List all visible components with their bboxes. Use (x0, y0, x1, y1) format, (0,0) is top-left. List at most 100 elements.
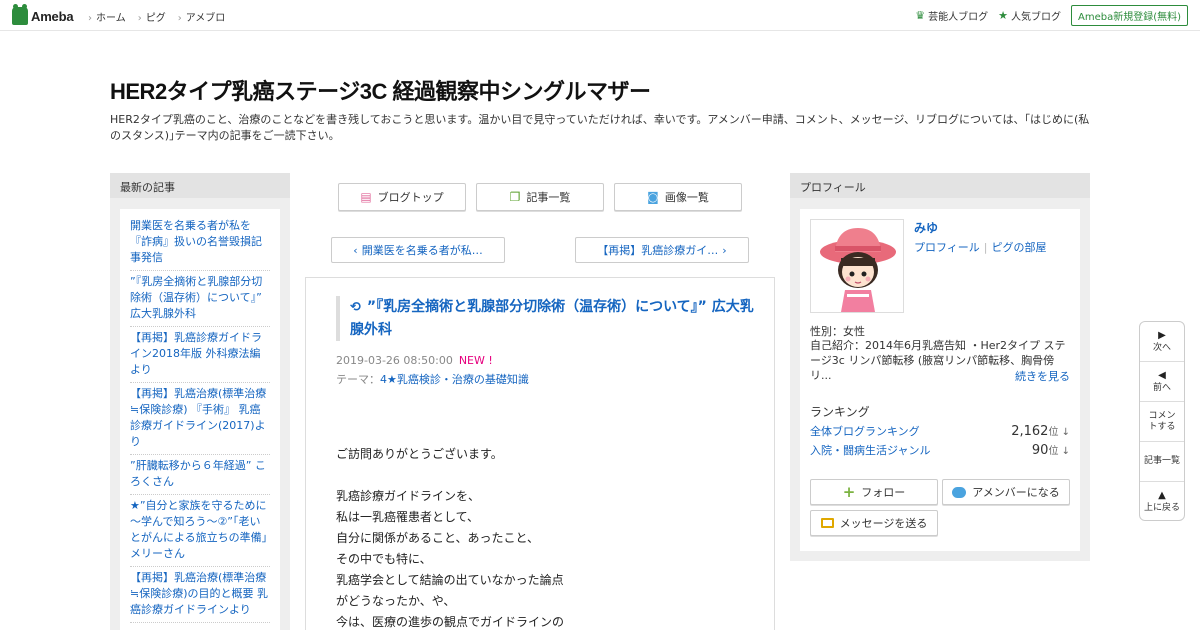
article-body: ご訪問ありがとうございます。 乳癌診療ガイドラインを、 私は一乳癌罹患者として、… (336, 444, 564, 630)
article-date-text: 2019-03-26 08:50:00 (336, 354, 453, 367)
pigg-room-link[interactable]: ピグの部屋 (992, 241, 1047, 254)
mail-icon (820, 518, 834, 528)
recent-article-item[interactable]: 開業医を名乗る者が私を『詐病』扱いの名誉毀損記事発信 (130, 215, 270, 271)
recent-article-item[interactable]: ★”自分と家族を守るために～学んで知ろう～②”「老いとがんによる旅立ちの準備」メ… (130, 495, 270, 567)
side-comment-label: コメントする (1148, 410, 1176, 432)
amember-label: アメンバーになる (972, 486, 1060, 499)
top-bar: Ameba ホーム ピグ アメブロ ♛ 芸能人ブログ ★ 人気ブログ Ameba… (0, 0, 1200, 31)
prev-article-button[interactable]: ‹ 開業医を名乗る者が私… (331, 237, 505, 263)
top-nav: ホーム ピグ アメブロ (88, 9, 225, 24)
blog-nav-buttons: ▤ ブログトップ ❐ 記事一覧 ◙ 画像一覧 (338, 183, 742, 211)
play-right-icon: ▶ (1158, 329, 1166, 341)
article-line: 自分に関係があること、あったこと、 (336, 531, 540, 545)
side-back-to-top-label: 上に戻る (1143, 503, 1180, 513)
copy-icon: ❐ (509, 190, 521, 204)
follow-button[interactable]: + フォロー (810, 479, 938, 505)
top-right-links: ♛ 芸能人ブログ ★ 人気ブログ Ameba新規登録(無料) (915, 5, 1188, 26)
ranking-genre-number: 90 (1031, 443, 1049, 458)
article-line: がどうなったか、や、 (336, 594, 456, 608)
side-next-label: 次へ (1152, 342, 1171, 353)
chevron-right-icon: › (722, 243, 727, 257)
recent-articles-panel: 最新の記事 開業医を名乗る者が私を『詐病』扱いの名誉毀損記事発信 ”『乳房全摘術… (110, 173, 290, 630)
profile-link[interactable]: プロフィール (914, 241, 980, 254)
recent-article-item[interactable]: 【再掲】乳癌治療(標準治療≒保険診療)の目的と概要 乳癌診療ガイドラインより (130, 567, 270, 623)
blog-description: HER2タイプ乳癌のこと、治療のことなどを書き残しておこうと思います。温かい目で… (110, 113, 1090, 142)
side-prev-button[interactable]: ◀ 前へ (1140, 362, 1184, 402)
read-more-link[interactable]: 続きを見る (1015, 368, 1070, 384)
article-card: ⟲ ”『乳房全摘術と乳腺部分切除術（温存術）について』” 広大乳腺外科 2019-… (305, 277, 775, 630)
article-line: その中でも特に、 (336, 552, 432, 566)
document-icon: ▤ (360, 190, 372, 204)
article-line: 乳癌診療ガイドラインを、 (336, 489, 481, 503)
profile-panel: プロフィール みゆ プロフィール | ピグの部屋 性別：女性 自己紹介：2014… (790, 173, 1090, 561)
send-message-button[interactable]: メッセージを送る (810, 510, 938, 536)
ranking-overall-link[interactable]: 全体ブログランキング (810, 423, 920, 439)
image-list-button[interactable]: ◙ 画像一覧 (614, 183, 742, 211)
ranking-row-genre: 入院・闘病生活ジャンル 90位 ↓ (810, 442, 1070, 458)
avatar-illustration (811, 220, 903, 312)
avatar[interactable] (810, 219, 904, 313)
star-icon: ★ (998, 9, 1008, 22)
article-list-label: 記事一覧 (526, 191, 571, 204)
ranking-overall-value: 2,162位 ↓ (1011, 423, 1070, 439)
register-button[interactable]: Ameba新規登録(無料) (1070, 5, 1188, 26)
nav-home[interactable]: ホーム (88, 9, 126, 24)
play-left-icon: ◀ (1158, 369, 1166, 381)
recent-article-item[interactable]: ”肝臓転移から６年経過” ころくさん (130, 455, 270, 495)
prev-article-label: 開業医を名乗る者が私… (361, 244, 483, 257)
theme-link[interactable]: 4★乳癌検診・治療の基礎知識 (380, 373, 529, 386)
side-comment-button[interactable]: コメントする (1140, 402, 1184, 442)
ranking-row-overall: 全体ブログランキング 2,162位 ↓ (810, 423, 1070, 439)
article-line: 私は一乳癌罹患者として、 (336, 510, 480, 524)
side-next-button[interactable]: ▶ 次へ (1140, 322, 1184, 362)
recent-article-item[interactable]: 【再掲】乳癌治療(標準治療≒保険診療) 『手術』 乳癌診療ガイドライン(2017… (130, 383, 270, 455)
side-article-list-button[interactable]: 記事一覧 (1140, 442, 1184, 482)
article-line: ご訪問ありがとうございます。 (336, 447, 503, 461)
ranking-heading: ランキング (810, 405, 870, 419)
profile-heading: プロフィール (790, 173, 1090, 198)
ranking-unit: 位 ↓ (1048, 446, 1070, 457)
next-article-label: 【再掲】乳癌診療ガイ… (597, 244, 719, 257)
recent-article-item[interactable]: 【再掲】乳癌診療ガイドライン2018年版 外科療法編より (130, 327, 270, 383)
ranking-overall-number: 2,162 (1011, 424, 1049, 439)
profile-sex: 性別：女性 (810, 325, 865, 338)
image-list-label: 画像一覧 (664, 191, 709, 204)
follow-label: フォロー (861, 486, 906, 499)
profile-name[interactable]: みゆ (914, 219, 938, 236)
plus-icon: + (842, 483, 856, 501)
reblog-icon: ⟲ (350, 300, 361, 315)
celebrity-blog-link[interactable]: ♛ 芸能人ブログ (915, 8, 988, 23)
camera-icon: ◙ (647, 190, 659, 204)
blog-top-button[interactable]: ▤ ブログトップ (338, 183, 466, 211)
crown-icon: ♛ (915, 9, 926, 22)
article-list-button[interactable]: ❐ 記事一覧 (476, 183, 604, 211)
blog-top-label: ブログトップ (377, 191, 444, 204)
send-message-label: メッセージを送る (839, 517, 928, 530)
article-title[interactable]: ⟲ ”『乳房全摘術と乳腺部分切除術（温存術）について』” 広大乳腺外科 (336, 296, 756, 341)
chat-bubble-icon (952, 486, 967, 498)
recent-article-item[interactable]: ”『乳房全摘術と乳腺部分切除術（温存術）について』” 広大乳腺外科 (130, 271, 270, 327)
separator: | (983, 241, 988, 254)
ameba-logo[interactable]: Ameba (12, 4, 74, 26)
article-line (336, 465, 564, 486)
ranking-unit: 位 ↓ (1048, 427, 1070, 438)
logo-text: Ameba (31, 8, 74, 24)
new-badge: NEW ! (458, 354, 493, 367)
popular-blog-label: 人気ブログ (1010, 12, 1061, 23)
ranking-genre-link[interactable]: 入院・闘病生活ジャンル (810, 442, 930, 458)
article-date: 2019-03-26 08:50:00 NEW ! (336, 354, 493, 367)
article-line: 今は、医療の進歩の観点でガイドラインの (336, 615, 565, 629)
floating-side-nav: ▶ 次へ ◀ 前へ コメントする 記事一覧 ▲ 上に戻る (1139, 321, 1185, 521)
ranking-genre-value: 90位 ↓ (1032, 442, 1070, 458)
nav-pigg[interactable]: ピグ (138, 9, 166, 24)
recent-articles-heading: 最新の記事 (110, 173, 290, 198)
nav-ameblo[interactable]: アメブロ (178, 9, 226, 24)
blog-title[interactable]: HER2タイプ乳癌ステージ3C 経過観察中シングルマザー (110, 74, 651, 106)
triangle-up-icon: ▲ (1158, 490, 1166, 501)
recent-articles-list: 開業医を名乗る者が私を『詐病』扱いの名誉毀損記事発信 ”『乳房全摘術と乳腺部分切… (120, 209, 280, 630)
article-line: 乳癌学会として結論の出ていなかった論点 (336, 573, 564, 587)
amember-button[interactable]: アメンバーになる (942, 479, 1070, 505)
side-back-to-top-button[interactable]: ▲ 上に戻る (1140, 482, 1184, 522)
popular-blog-link[interactable]: ★ 人気ブログ (998, 8, 1061, 23)
next-article-button[interactable]: 【再掲】乳癌診療ガイ… › (575, 237, 749, 263)
